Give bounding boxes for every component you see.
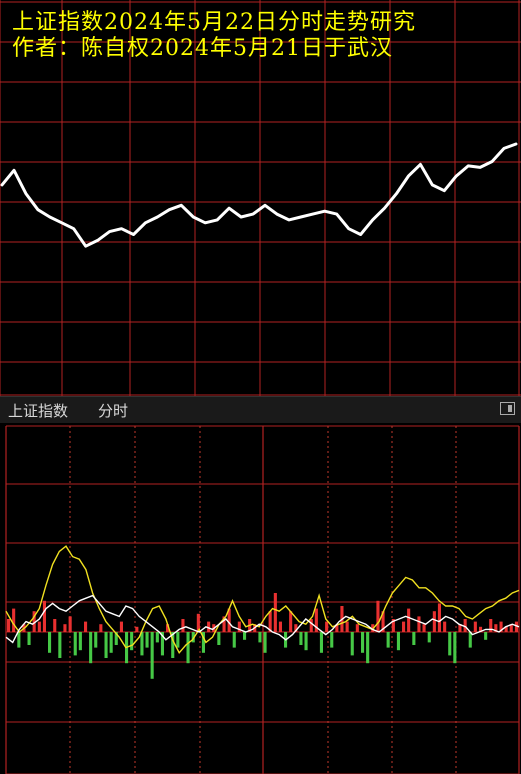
volume-bar: [309, 619, 313, 632]
title-line-1: 上证指数2024年5月22日分时走势研究: [12, 10, 416, 35]
volume-bar: [366, 632, 370, 664]
volume-bar: [58, 632, 62, 658]
volume-bar: [109, 632, 113, 653]
volume-bar: [422, 624, 426, 632]
volume-bar: [186, 632, 190, 664]
volume-bar: [484, 632, 488, 640]
volume-bar: [319, 632, 323, 653]
volume-bar: [119, 621, 123, 632]
panel-toggle-icon[interactable]: [500, 402, 515, 415]
volume-bar: [104, 632, 108, 658]
volume-bar: [176, 632, 180, 648]
volume-bar: [232, 632, 236, 648]
volume-bar: [278, 621, 282, 632]
volume-bar: [361, 632, 365, 653]
volume-bar: [299, 632, 303, 645]
volume-bar: [448, 632, 452, 656]
volume-bar: [427, 632, 431, 643]
volume-bar: [155, 632, 159, 643]
volume-bar: [84, 621, 88, 632]
volume-bar: [345, 621, 349, 632]
volume-bar: [263, 632, 267, 653]
panel-index-name: 上证指数: [8, 402, 69, 420]
volume-bar: [412, 632, 416, 645]
volume-bar: [437, 603, 441, 632]
volume-bar: [53, 619, 57, 632]
title-line-2: 作者：陈自权2024年5月21日于武汉: [12, 36, 393, 61]
volume-bar: [386, 632, 390, 648]
volume-bar: [273, 593, 277, 632]
panel-mode-tab[interactable]: 分时: [98, 400, 128, 421]
volume-bar: [432, 611, 436, 632]
volume-bar: [407, 608, 411, 632]
volume-bar: [130, 632, 134, 651]
volume-bar: [89, 632, 93, 664]
volume-bar: [145, 632, 149, 648]
volume-bar: [42, 600, 46, 632]
volume-bar: [473, 621, 477, 632]
volume-bar: [330, 632, 334, 648]
volume-bar: [304, 632, 308, 651]
volume-bar: [258, 632, 262, 643]
volume-bar: [37, 621, 41, 632]
volume-bar: [17, 632, 21, 648]
volume-bar: [217, 632, 221, 645]
volume-bar: [443, 621, 447, 632]
volume-bar: [243, 632, 247, 640]
indicator-chart: [5, 425, 520, 774]
volume-bar: [99, 624, 103, 632]
volume-bar: [7, 619, 11, 632]
volume-bar: [181, 619, 185, 632]
volume-bar: [289, 611, 293, 632]
panel-header: 上证指数 分时: [0, 396, 521, 423]
volume-bar: [453, 632, 457, 664]
volume-bar: [94, 632, 98, 648]
volume-bar: [73, 632, 77, 656]
volume-bar: [376, 600, 380, 632]
volume-bar: [350, 632, 354, 656]
volume-bar: [68, 616, 72, 632]
volume-bar: [63, 624, 67, 632]
volume-bar: [325, 621, 329, 632]
volume-bar: [150, 632, 154, 679]
volume-bar: [417, 616, 421, 632]
index-line: [0, 142, 518, 248]
volume-bar: [27, 632, 31, 645]
volume-bar: [396, 632, 400, 651]
chart-title: 上证指数2024年5月22日分时走势研究 作者：陈自权2024年5月21日于武汉: [12, 10, 416, 62]
volume-bar: [48, 632, 52, 653]
volume-bar: [402, 621, 406, 632]
volume-bar: [140, 632, 144, 656]
volume-bar: [78, 632, 82, 651]
volume-bar: [355, 624, 359, 632]
volume-bar: [12, 608, 16, 632]
volume-bar: [135, 626, 139, 632]
